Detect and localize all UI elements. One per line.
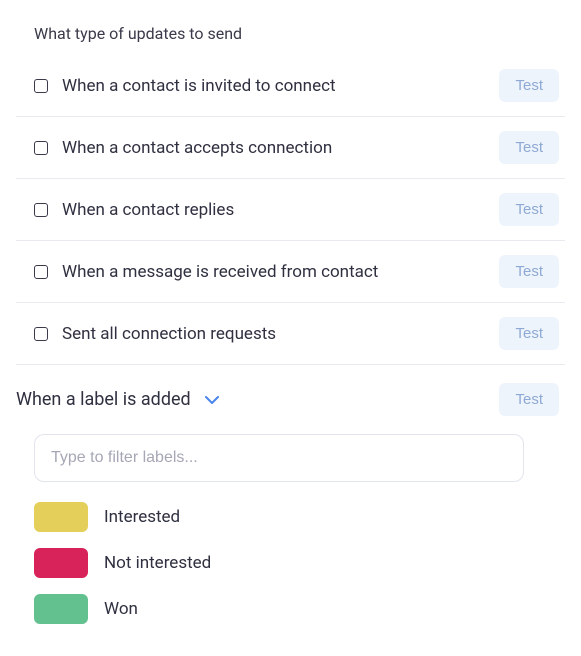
section-title: What type of updates to send xyxy=(34,24,565,43)
label-name: Interested xyxy=(104,507,180,527)
label-item-interested[interactable]: Interested xyxy=(34,502,565,532)
checkbox-accepts[interactable] xyxy=(34,141,48,155)
update-row-accepts: When a contact accepts connection Test xyxy=(16,117,565,179)
test-button[interactable]: Test xyxy=(499,255,559,288)
label-item-won[interactable]: Won xyxy=(34,594,565,624)
checkbox-sent-all[interactable] xyxy=(34,327,48,341)
test-button[interactable]: Test xyxy=(499,193,559,226)
update-row-replies: When a contact replies Test xyxy=(16,179,565,241)
label-item-not-interested[interactable]: Not interested xyxy=(34,548,565,578)
labels-list: Interested Not interested Won xyxy=(34,502,565,624)
caret-down-icon[interactable] xyxy=(205,395,219,405)
update-row-message-received: When a message is received from contact … xyxy=(16,241,565,303)
label-added-text: When a label is added xyxy=(16,389,191,410)
update-label: When a message is received from contact xyxy=(62,262,499,282)
swatch-won xyxy=(34,594,88,624)
update-list: When a contact is invited to connect Tes… xyxy=(16,55,565,365)
update-label: Sent all connection requests xyxy=(62,324,499,344)
swatch-interested xyxy=(34,502,88,532)
checkbox-message-received[interactable] xyxy=(34,265,48,279)
label-added-row: When a label is added Test xyxy=(16,365,565,428)
test-button[interactable]: Test xyxy=(499,131,559,164)
update-label: When a contact is invited to connect xyxy=(62,76,499,96)
update-row-invited: When a contact is invited to connect Tes… xyxy=(16,55,565,117)
checkbox-invited[interactable] xyxy=(34,79,48,93)
label-name: Not interested xyxy=(104,553,211,573)
test-button[interactable]: Test xyxy=(499,69,559,102)
update-row-sent-all: Sent all connection requests Test xyxy=(16,303,565,365)
label-name: Won xyxy=(104,599,138,619)
checkbox-replies[interactable] xyxy=(34,203,48,217)
test-button[interactable]: Test xyxy=(499,317,559,350)
update-label: When a contact accepts connection xyxy=(62,138,499,158)
swatch-not-interested xyxy=(34,548,88,578)
filter-labels-input[interactable] xyxy=(34,434,524,482)
test-button-label-added[interactable]: Test xyxy=(499,383,559,416)
update-label: When a contact replies xyxy=(62,200,499,220)
